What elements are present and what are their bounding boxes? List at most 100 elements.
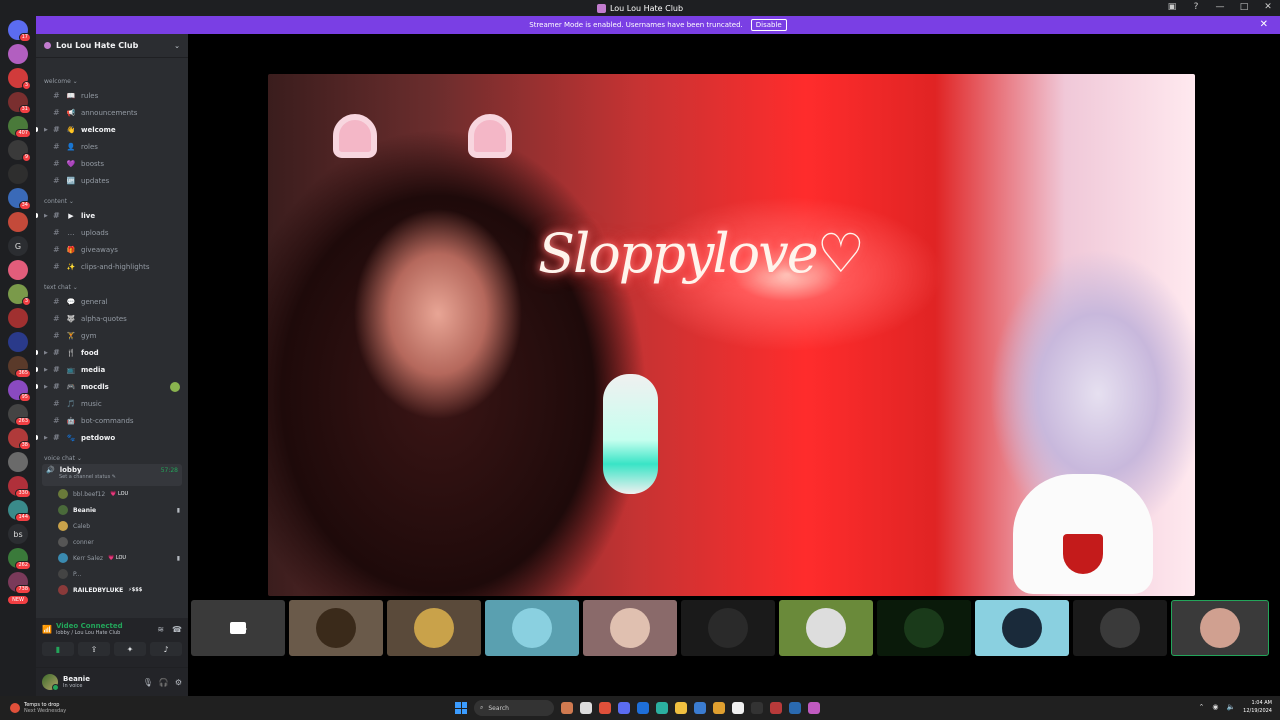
taskbar-app-icon[interactable] <box>599 702 611 714</box>
voice-channel-lobby[interactable]: 🔊 lobby 57:28 Set a channel status ✎ <box>42 464 182 486</box>
taskbar-app-icon[interactable] <box>732 702 744 714</box>
participant-tile[interactable] <box>681 600 775 656</box>
channel-roles[interactable]: # 👤 roles <box>36 138 188 155</box>
camera-button[interactable]: ▮ <box>42 642 74 656</box>
server-icon[interactable]: 3 <box>8 68 31 90</box>
self-video-tile[interactable] <box>1171 600 1269 656</box>
close-window-button[interactable]: ✕ <box>1262 2 1274 12</box>
participant-tile[interactable] <box>975 600 1069 656</box>
voice-user[interactable]: bbl.beef12 💗 LOU <box>36 486 188 502</box>
close-banner-icon[interactable]: ✕ <box>1260 19 1268 30</box>
channel-mocdls[interactable]: ▶ # 🎮 mocdls <box>36 378 188 395</box>
channel-uploads[interactable]: # … uploads <box>36 224 188 241</box>
server-icon[interactable]: 95 <box>8 380 31 402</box>
channel-welcome[interactable]: ▶ # 👋 welcome <box>36 121 188 138</box>
channel-bot-commands[interactable]: # 🤖 bot-commands <box>36 412 188 429</box>
taskbar-app-icon[interactable] <box>713 702 725 714</box>
focused-video-stream[interactable]: Sloppylove♡ <box>268 74 1195 596</box>
channel-updates[interactable]: # 🆙 updates <box>36 172 188 189</box>
taskbar-app-icon[interactable] <box>637 702 649 714</box>
server-icon[interactable]: 17 <box>8 20 31 42</box>
channel-rules[interactable]: # 📖 rules <box>36 87 188 104</box>
voice-user[interactable]: Kerr Salez 💗 LOU ▮ <box>36 550 188 566</box>
channel-petdowo[interactable]: ▶ # 🐾 petdowo <box>36 429 188 446</box>
voice-user[interactable]: RAILEDBYLUKE ⚡$$$ <box>36 582 188 598</box>
microphone-icon[interactable]: 🎙 <box>143 678 153 687</box>
server-icon[interactable]: 38 <box>8 428 31 450</box>
server-icon[interactable]: 31 <box>8 92 31 114</box>
taskbar-app-icon[interactable] <box>789 702 801 714</box>
clock[interactable]: 1:04 AM 12/19/2024 <box>1243 699 1272 715</box>
taskbar-app-icon[interactable] <box>694 702 706 714</box>
channel-gym[interactable]: # 🏋 gym <box>36 327 188 344</box>
voice-category[interactable]: voice chat ⌄ <box>36 453 188 464</box>
taskbar-app-icon[interactable] <box>675 702 687 714</box>
avatar[interactable] <box>42 674 59 691</box>
server-icon[interactable]: 3 <box>8 284 31 306</box>
server-icon[interactable] <box>8 308 28 328</box>
server-icon[interactable] <box>8 452 28 472</box>
server-icon[interactable]: bs <box>8 524 28 544</box>
channel-boosts[interactable]: # 💜 boosts <box>36 155 188 172</box>
server-icon[interactable]: 262 <box>8 548 31 570</box>
taskbar-app-icon[interactable] <box>656 702 668 714</box>
channel-category[interactable]: welcome ⌄ <box>36 76 188 87</box>
soundboard-button[interactable]: ♪ <box>150 642 182 656</box>
activity-button[interactable]: ✦ <box>114 642 146 656</box>
channel-announcements[interactable]: # 📢 announcements <box>36 104 188 121</box>
server-icon[interactable]: 365 <box>8 356 31 378</box>
server-icon[interactable]: 34 <box>8 188 31 210</box>
participant-tile[interactable] <box>191 600 285 656</box>
taskbar-app-icon[interactable] <box>770 702 782 714</box>
participant-tile[interactable] <box>877 600 971 656</box>
chevron-up-icon[interactable]: ⌃ <box>1198 703 1204 711</box>
server-icon[interactable]: 407 <box>8 116 31 138</box>
screen-share-button[interactable]: ⇪ <box>78 642 110 656</box>
volume-icon[interactable]: 🔈 <box>1226 703 1235 711</box>
participant-tile[interactable] <box>1073 600 1167 656</box>
channel-category[interactable]: content ⌄ <box>36 196 188 207</box>
channel-status[interactable]: Set a channel status ✎ <box>59 474 178 480</box>
help-icon[interactable]: ? <box>1190 2 1202 12</box>
participant-tile[interactable] <box>387 600 481 656</box>
disconnect-icon[interactable]: ☎ <box>172 625 182 634</box>
disable-streamer-mode-button[interactable]: Disable <box>750 19 787 31</box>
channel-food[interactable]: ▶ # 🍴 food <box>36 344 188 361</box>
participant-tile[interactable] <box>289 600 383 656</box>
participant-tile[interactable] <box>779 600 873 656</box>
participant-tile[interactable] <box>583 600 677 656</box>
server-icon[interactable]: 9 <box>8 140 31 162</box>
channel-general[interactable]: # 💬 general <box>36 293 188 310</box>
server-icon[interactable] <box>8 332 28 352</box>
server-icon[interactable] <box>8 44 28 64</box>
start-button[interactable] <box>455 702 467 714</box>
server-icon[interactable] <box>8 164 28 184</box>
voice-user[interactable]: conner <box>36 534 188 550</box>
server-icon[interactable]: 263 <box>8 404 31 426</box>
server-icon[interactable]: 738 <box>8 572 31 594</box>
minimize-button[interactable]: — <box>1214 2 1226 12</box>
gear-icon[interactable]: ⚙ <box>175 678 182 687</box>
participant-tile[interactable] <box>485 600 579 656</box>
taskbar-app-icon[interactable] <box>561 702 573 714</box>
taskbar-app-icon[interactable] <box>808 702 820 714</box>
server-header[interactable]: Lou Lou Hate Club ⌄ <box>36 34 188 58</box>
taskbar-search[interactable]: ⌕ Search <box>474 700 554 716</box>
voice-user[interactable]: P... <box>36 566 188 582</box>
channel-music[interactable]: # 🎵 music <box>36 395 188 412</box>
weather-widget[interactable]: Temps to drop Next Wednesday <box>0 702 200 714</box>
voice-connected-channel[interactable]: lobby / Lou Lou Hate Club <box>56 630 123 636</box>
server-icon[interactable] <box>8 212 28 232</box>
voice-connected-label[interactable]: Video Connected <box>56 622 123 630</box>
voice-user[interactable]: Beanie ▮ <box>36 502 188 518</box>
inbox-icon[interactable]: ▣ <box>1166 2 1178 12</box>
server-icon[interactable] <box>8 260 28 280</box>
taskbar-app-icon[interactable] <box>751 702 763 714</box>
server-icon[interactable]: 330 <box>8 476 31 498</box>
channel-live[interactable]: ▶ # ▶ live <box>36 207 188 224</box>
server-icon[interactable]: 144 <box>8 500 31 522</box>
taskbar-app-icon[interactable] <box>580 702 592 714</box>
maximize-button[interactable]: □ <box>1238 2 1250 12</box>
channel-category[interactable]: text chat ⌄ <box>36 282 188 293</box>
headphones-icon[interactable]: 🎧 <box>159 678 169 687</box>
